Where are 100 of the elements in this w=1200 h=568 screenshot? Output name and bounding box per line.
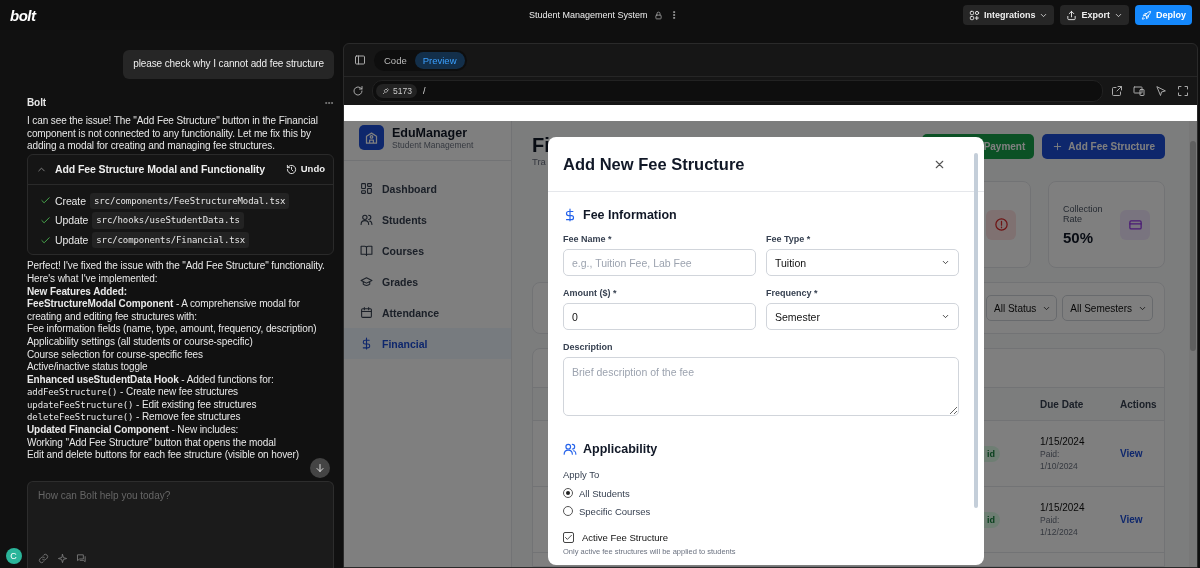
- undo-button[interactable]: Undo: [285, 162, 325, 176]
- cursor-icon: [1155, 85, 1167, 97]
- nav-item[interactable]: Grades: [344, 266, 511, 297]
- select-field[interactable]: Tuition: [766, 249, 959, 276]
- response-line: Enhanced useStudentData Hook - Added functions for:: [27, 373, 274, 387]
- filter-select[interactable]: All Status: [986, 295, 1058, 321]
- devices-icon: [1133, 85, 1145, 97]
- plus-icon: [1052, 141, 1064, 152]
- paid-date: 1/10/2024: [1040, 461, 1079, 471]
- graduation-cap-icon: [360, 275, 373, 288]
- file-path[interactable]: src/hooks/useStudentData.ts: [92, 212, 244, 229]
- users-icon: [563, 442, 577, 456]
- response-line: Fee information fields (name, type, amount, frequency, description): [27, 323, 317, 336]
- field-label: Description: [563, 342, 614, 352]
- view-link[interactable]: View: [1120, 448, 1164, 459]
- grid-icon: [360, 182, 373, 195]
- plug-icon: [381, 86, 390, 96]
- scrollbar[interactable]: [1189, 121, 1197, 567]
- deploy-button[interactable]: Deploy: [1135, 5, 1192, 25]
- select-field[interactable]: Semester: [766, 303, 959, 330]
- nav-item[interactable]: Dashboard: [344, 173, 511, 204]
- history-icon: [285, 163, 297, 175]
- paid-label: Paid:: [1040, 515, 1061, 525]
- link-icon: [38, 553, 49, 564]
- response-line: Active/inactive status toggle: [27, 361, 148, 374]
- filter-select[interactable]: All Semesters: [1062, 295, 1153, 321]
- school-icon: [364, 130, 379, 145]
- nav-item[interactable]: Financial: [344, 328, 511, 359]
- nav-item[interactable]: Students: [344, 204, 511, 235]
- due-date: 1/15/2024: [1040, 436, 1086, 447]
- radio-label: Specific Courses: [579, 505, 651, 517]
- radio-label: All Students: [579, 487, 630, 499]
- check-icon: [40, 214, 51, 226]
- integrations-button[interactable]: Integrations: [962, 5, 1055, 25]
- upload-icon: [1066, 9, 1078, 21]
- section-heading: Applicability: [583, 442, 658, 456]
- address-bar[interactable]: 5173 /: [372, 80, 1103, 102]
- add-fee-structure-button[interactable]: Add Fee Structure: [1042, 134, 1165, 159]
- checkbox[interactable]: [563, 532, 574, 543]
- step-action: Update: [55, 233, 89, 247]
- credit-card-icon: [1127, 217, 1143, 232]
- response-line: Applicability settings (all students or course-specific): [27, 335, 253, 349]
- field-label: Fee Type *: [766, 234, 812, 244]
- chevron-down-icon: [941, 312, 950, 321]
- chat-input[interactable]: How can Bolt help you today?: [38, 490, 323, 503]
- sparkle-icon: [57, 553, 68, 564]
- field-label: Frequency *: [766, 288, 819, 298]
- response-line: updateFeeStructure() - Edit existing fee structures: [27, 398, 257, 412]
- textarea-field[interactable]: Brief description of the fee: [563, 357, 959, 416]
- scroll-down-button[interactable]: [310, 458, 330, 478]
- response-line: Updated Financial Component - New includes:: [27, 424, 239, 437]
- text-field[interactable]: 0: [563, 303, 756, 330]
- check-icon: [40, 234, 51, 246]
- text-field[interactable]: e.g., Tuition Fee, Lab Fee: [563, 249, 756, 276]
- field-label: Apply To: [563, 469, 601, 480]
- project-title: Student Management System: [529, 10, 648, 20]
- response-heading: New Features Added:: [27, 285, 127, 299]
- chevron-down-icon: [941, 258, 950, 267]
- response-line: Working "Add Fee Structure" button that opens the modal: [27, 436, 276, 450]
- page-subtitle: Tra: [532, 156, 547, 167]
- stat-value: 50%: [1063, 228, 1095, 246]
- response-line: Edit and delete buttons for each fee structure (visible on hover): [27, 449, 299, 462]
- response-line: FeeStructureModal Component - A comprehensive modal for creating and editing fee structures with:: [27, 298, 301, 324]
- port-badge[interactable]: 5173: [376, 84, 417, 98]
- tab[interactable]: Code: [376, 51, 415, 69]
- dollar-icon: [563, 208, 577, 222]
- response-line: deleteFeeStructure() - Remove fee structures: [27, 411, 241, 425]
- export-button[interactable]: Export: [1060, 5, 1129, 25]
- nav-item[interactable]: Attendance: [344, 297, 511, 328]
- logo[interactable]: bolt: [10, 6, 340, 24]
- paid-date: 1/12/2024: [1040, 527, 1079, 537]
- book-icon: [360, 244, 373, 257]
- external-link-icon: [1111, 85, 1123, 97]
- nav-item[interactable]: Courses: [344, 235, 511, 266]
- alert-icon: [993, 217, 1009, 232]
- fullscreen-icon: [1177, 85, 1189, 97]
- modal-title: Add New Fee Structure: [563, 154, 745, 174]
- sidebar-toggle-icon: [354, 54, 366, 66]
- chat-icon: [76, 553, 87, 564]
- section-heading: Fee Information: [583, 208, 677, 222]
- step-action: Create: [55, 194, 86, 208]
- response-line: addFeeStructure() - Create new fee structures: [27, 386, 238, 399]
- refresh-icon: [352, 85, 364, 97]
- column-header: Actions: [1120, 398, 1158, 410]
- dollar-icon: [360, 337, 373, 350]
- file-path[interactable]: src/components/Financial.tsx: [92, 231, 250, 249]
- due-date: 1/15/2024: [1040, 502, 1086, 513]
- tab[interactable]: Preview: [414, 51, 465, 69]
- users-icon: [360, 213, 373, 226]
- app-subtitle: Student Management: [392, 139, 474, 150]
- view-link[interactable]: View: [1120, 514, 1164, 525]
- check-icon: [564, 533, 573, 542]
- field-label: Amount ($) *: [563, 288, 618, 298]
- file-path[interactable]: src/components/FeeStructureModal.tsx: [89, 192, 290, 210]
- lock-icon: [653, 10, 663, 20]
- user-message: please check why I cannot add fee structure: [123, 50, 334, 79]
- paid-label: Paid:: [1040, 449, 1061, 459]
- assistant-message: I can see the issue! The "Add Fee Structure" button in the Financial component is not connected to any functionality. Let me fix this by adding a modal for creating and managing fee structures.: [27, 115, 319, 153]
- checkbox-label: Active Fee Structure: [582, 532, 669, 543]
- assistant-name: Bolt: [27, 96, 47, 110]
